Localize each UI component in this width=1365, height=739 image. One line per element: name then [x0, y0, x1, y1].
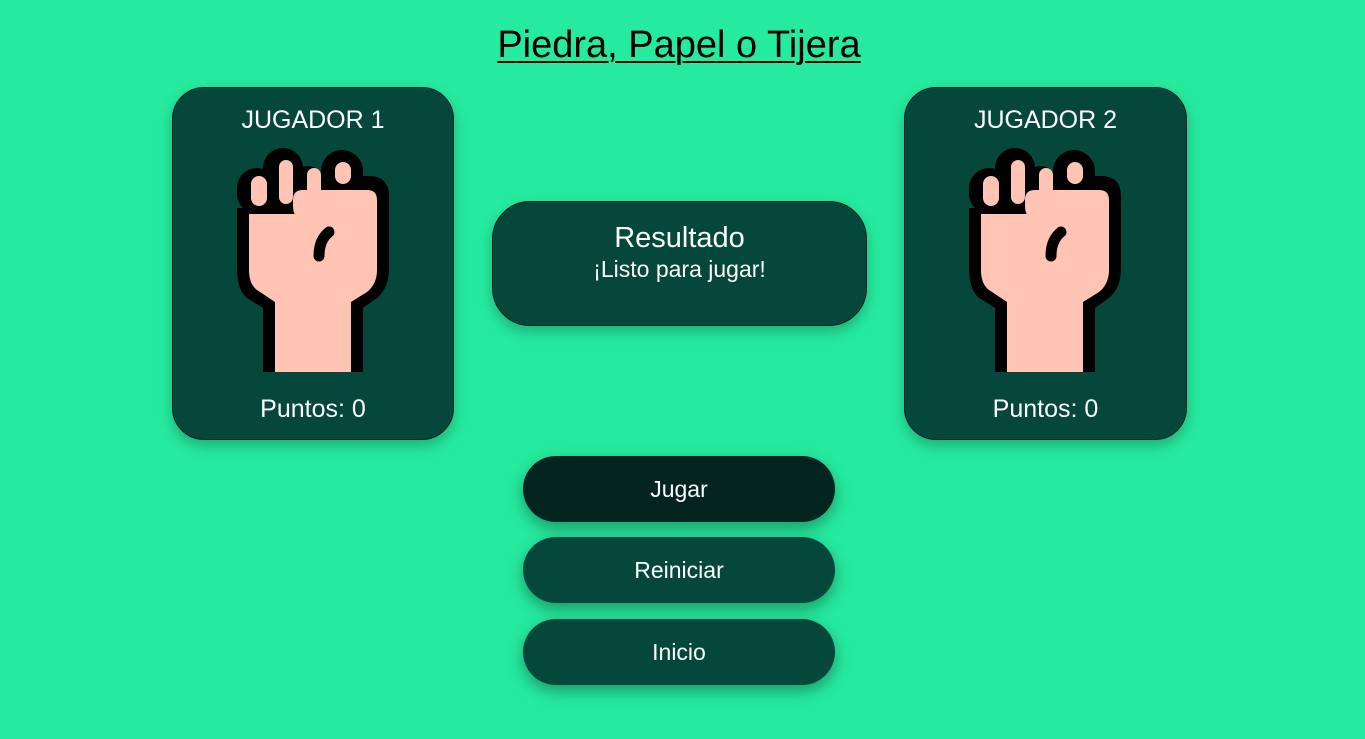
player-1-score: Puntos: 0	[260, 395, 366, 423]
result-message: ¡Listo para jugar!	[593, 256, 766, 282]
page-title: Piedra, Papel o Tijera	[497, 24, 861, 66]
player-1-card: JUGADOR 1 Puntos: 0	[172, 87, 454, 440]
player-2-card: JUGADOR 2 Puntos: 0	[904, 87, 1187, 440]
result-panel: Resultado ¡Listo para jugar!	[492, 201, 867, 326]
player-2-name: JUGADOR 2	[973, 106, 1118, 134]
player-1-name: JUGADOR 1	[241, 106, 385, 134]
player-2-score: Puntos: 0	[992, 395, 1099, 423]
fist-icon	[237, 148, 389, 372]
result-title: Resultado	[614, 222, 745, 254]
fist-icon	[969, 148, 1121, 372]
reset-button[interactable]: Reiniciar	[523, 537, 835, 603]
home-button[interactable]: Inicio	[523, 619, 835, 685]
play-button[interactable]: Jugar	[523, 456, 835, 522]
